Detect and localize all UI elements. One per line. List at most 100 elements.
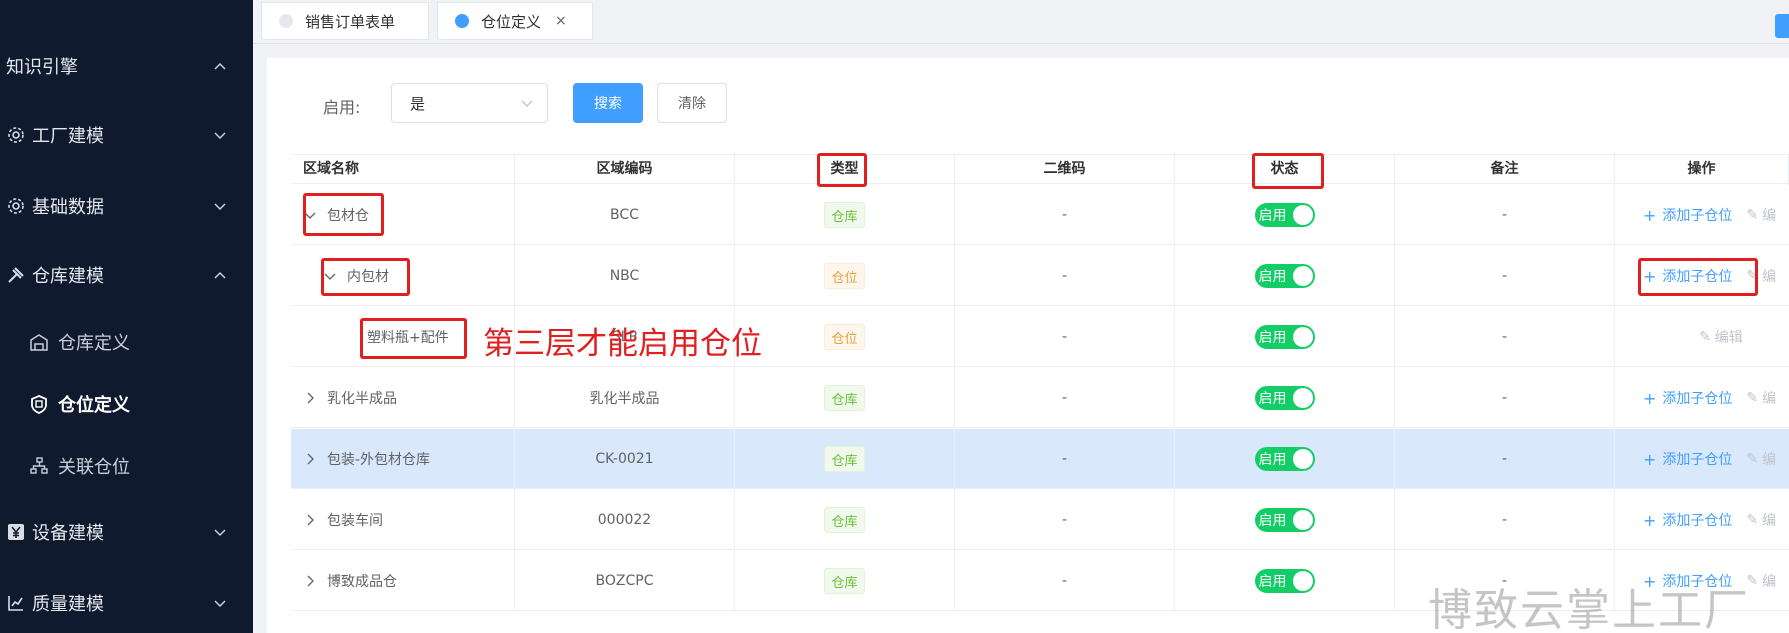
add-child-location-button[interactable]: + 添加子仓位 <box>1643 205 1732 225</box>
status-switch[interactable]: 启用 <box>1254 569 1315 593</box>
tab-right-button[interactable] <box>1775 14 1789 38</box>
area-name-text: 博致成品仓 <box>327 574 397 590</box>
sidebar-item-knowledge-engine[interactable]: 知识引擎 <box>0 46 253 86</box>
warehouse-icon <box>28 331 50 353</box>
edit-button[interactable]: ✎ 编 <box>1746 388 1776 408</box>
status-switch-label: 启用 <box>1258 391 1287 407</box>
tab-bar: 销售订单表单 仓位定义 × <box>253 0 1789 44</box>
sidebar-subitem-associated-location[interactable]: 关联仓位 <box>0 446 253 486</box>
clear-button[interactable]: 清除 <box>657 83 727 123</box>
edit-button[interactable]: ✎ 编 <box>1746 449 1776 469</box>
add-child-location-label: 添加子仓位 <box>1662 391 1733 407</box>
cell-status: 启用 <box>1175 307 1395 367</box>
table-row[interactable]: 乳化半成品 乳化半成品 仓库 - 启用 - + 添加子仓位 ✎ 编 <box>291 368 1789 428</box>
edit-label: 编辑 <box>1714 330 1743 346</box>
add-child-location-label: 添加子仓位 <box>1662 452 1733 468</box>
status-switch[interactable]: 启用 <box>1254 325 1315 349</box>
sidebar-item-warehouse-modeling[interactable]: 仓库建模 <box>0 255 253 295</box>
cell-note: - <box>1395 246 1615 306</box>
area-code-text: CK-0021 <box>595 451 654 467</box>
edit-button[interactable]: ✎ 编 <box>1746 510 1776 530</box>
edit-button[interactable]: ✎ 编 <box>1746 205 1776 225</box>
cell-area-name: 博致成品仓 <box>291 551 515 611</box>
type-tag: 仓库 <box>824 202 865 228</box>
cell-qrcode: - <box>955 429 1175 489</box>
sidebar-item-equipment-modeling[interactable]: 设备建模 <box>0 512 253 552</box>
cell-area-code: BCC <box>515 185 735 245</box>
plus-icon: + <box>1643 449 1657 469</box>
chevron-right-icon[interactable] <box>303 391 317 405</box>
sidebar-subitem-location-definition[interactable]: 仓位定义 <box>0 384 253 424</box>
status-switch-label: 启用 <box>1258 269 1287 285</box>
sidebar-item-quality-modeling[interactable]: 质量建模 <box>0 583 253 623</box>
note-text: - <box>1501 451 1508 467</box>
sidebar-subitem-warehouse-definition[interactable]: 仓库定义 <box>0 322 253 362</box>
cell-operations: + 添加子仓位 ✎ 编 <box>1615 185 1789 245</box>
tab-sales-order-form[interactable]: 销售订单表单 <box>261 2 429 40</box>
area-name-text: 包装-外包材仓库 <box>327 452 431 468</box>
shield-icon <box>28 393 50 415</box>
sidebar-item-factory-modeling[interactable]: 工厂建模 <box>0 115 253 155</box>
status-switch-label: 启用 <box>1258 574 1287 590</box>
cell-qrcode: - <box>955 307 1175 367</box>
cell-status: 启用 <box>1175 185 1395 245</box>
annotation-text: 第三层才能启用仓位 <box>483 326 762 362</box>
cell-qrcode: - <box>955 490 1175 550</box>
edit-button[interactable]: ✎ 编辑 <box>1699 327 1743 347</box>
table-row[interactable]: 内包材 NBC 仓位 - 启用 - + 添加子仓位 ✎ 编 <box>291 246 1789 306</box>
yen-icon <box>6 522 26 542</box>
table-row[interactable]: 包装车间 000022 仓库 - 启用 - + 添加子仓位 ✎ 编 <box>291 490 1789 550</box>
status-switch[interactable]: 启用 <box>1254 386 1315 410</box>
switch-knob <box>1292 449 1313 469</box>
column-header: 操作 <box>1615 155 1789 185</box>
cell-type: 仓位 <box>735 246 955 306</box>
edit-icon: ✎ <box>1746 512 1759 528</box>
area-code-text: NBC <box>609 268 640 284</box>
plus-icon: + <box>1643 205 1657 225</box>
cell-status: 启用 <box>1175 490 1395 550</box>
annotation-box-status-header <box>1252 153 1324 189</box>
switch-knob <box>1292 388 1313 408</box>
chevron-right-icon[interactable] <box>303 452 317 466</box>
status-switch[interactable]: 启用 <box>1254 447 1315 471</box>
enabled-select[interactable]: 是 <box>391 83 548 123</box>
status-switch[interactable]: 启用 <box>1254 264 1315 288</box>
cell-area-code: 乳化半成品 <box>515 368 735 428</box>
edit-label: 编 <box>1762 452 1777 468</box>
cell-area-name: 包装-外包材仓库 <box>291 429 515 489</box>
cell-status: 启用 <box>1175 246 1395 306</box>
area-code-text: BOZCPC <box>595 573 654 589</box>
area-code-text: 乳化半成品 <box>589 391 660 407</box>
table-row[interactable]: 包装-外包材仓库 CK-0021 仓库 - 启用 - + 添加子仓位 ✎ 编 <box>291 429 1789 489</box>
edit-icon: ✎ <box>1699 329 1711 345</box>
annotation-box-add-child <box>1638 258 1758 296</box>
tab-location-definition[interactable]: 仓位定义 × <box>437 2 593 40</box>
add-child-location-button[interactable]: + 添加子仓位 <box>1643 388 1732 408</box>
add-child-location-button[interactable]: + 添加子仓位 <box>1643 449 1732 469</box>
table-header: 区域名称 区域编码 类型 二维码 状态 备注 操作 <box>291 154 1789 185</box>
cell-qrcode: - <box>955 551 1175 611</box>
sidebar-item-basic-data[interactable]: 基础数据 <box>0 186 253 226</box>
search-button[interactable]: 搜索 <box>573 83 643 123</box>
area-code-text: 000022 <box>597 512 652 528</box>
sidebar-subitem-label: 仓位定义 <box>58 395 130 416</box>
type-tag: 仓位 <box>824 324 865 350</box>
add-child-location-button[interactable]: + 添加子仓位 <box>1643 510 1732 530</box>
type-tag: 仓库 <box>824 385 865 411</box>
edit-label: 编 <box>1762 391 1777 407</box>
cell-type: 仓库 <box>735 429 955 489</box>
annotation-box-row2-name <box>321 258 410 296</box>
chevron-right-icon[interactable] <box>303 513 317 527</box>
cell-operations: ✎ 编辑 <box>1615 307 1789 367</box>
cell-operations: + 添加子仓位 ✎ 编 <box>1615 368 1789 428</box>
column-header: 区域编码 <box>515 155 735 185</box>
edit-button[interactable]: ✎ 编 <box>1746 571 1776 591</box>
status-switch[interactable]: 启用 <box>1254 203 1315 227</box>
cell-status: 启用 <box>1175 551 1395 611</box>
close-icon[interactable]: × <box>555 13 567 29</box>
chevron-right-icon[interactable] <box>303 574 317 588</box>
gear-icon <box>6 125 26 145</box>
status-switch[interactable]: 启用 <box>1254 508 1315 532</box>
table-row[interactable]: 包材仓 BCC 仓库 - 启用 - + 添加子仓位 ✎ 编 <box>291 185 1789 245</box>
tools-icon <box>6 265 26 285</box>
